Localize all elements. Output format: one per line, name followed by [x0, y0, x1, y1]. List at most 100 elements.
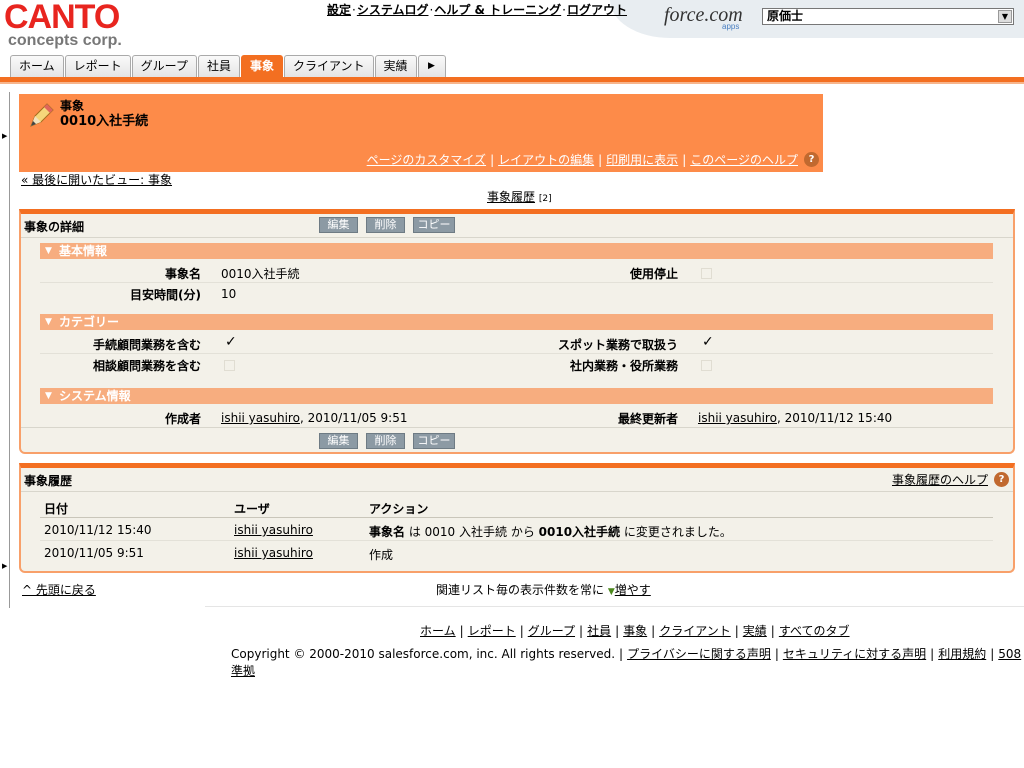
- copy-button[interactable]: コピー: [413, 217, 455, 233]
- delete-button-bottom[interactable]: 削除: [366, 433, 405, 449]
- page-title: 0010入社手続: [60, 114, 149, 129]
- copyright-text: Copyright © 2000-2010 salesforce.com, in…: [231, 647, 616, 661]
- history-row-2-user[interactable]: ishii yasuhiro: [234, 546, 313, 560]
- back-to-top-link[interactable]: ^ 先頭に戻る: [22, 581, 96, 598]
- estimated-time-label: 目安時間(分): [130, 288, 201, 302]
- internal-work-label: 社内業務・役所業務: [569, 359, 678, 373]
- help-training-link[interactable]: ヘルプ & トレーニング: [434, 3, 561, 17]
- section-basic-info[interactable]: ▼ 基本情報: [40, 243, 993, 259]
- row-divider: [40, 353, 993, 354]
- history-row-1-action: 事象名 は 0010 入社手続 から 0010入社手続 に変更されました。: [369, 525, 732, 539]
- footer-link-home[interactable]: ホーム: [420, 624, 456, 638]
- footer-divider: [205, 606, 1024, 607]
- history-row-2-action: 作成: [369, 548, 394, 562]
- detail-panel-header: 事象の詳細: [21, 214, 1013, 238]
- chevron-down-icon[interactable]: ▼: [998, 10, 1012, 23]
- privacy-link[interactable]: プライバシーに関する声明: [627, 647, 771, 661]
- delete-button[interactable]: 削除: [366, 217, 405, 233]
- history-panel-title: 事象履歴: [24, 474, 73, 488]
- created-by-user-link[interactable]: ishii yasuhiro: [221, 411, 300, 425]
- more-tabs-button[interactable]: ▶: [417, 55, 446, 77]
- last-modified-user-link[interactable]: ishii yasuhiro: [698, 411, 777, 425]
- collapse-triangle-icon: ▼: [45, 391, 52, 401]
- tab-reports[interactable]: レポート: [64, 55, 131, 77]
- history-row-1-date: 2010/11/12 15:40: [44, 523, 152, 537]
- created-by-value: ishii yasuhiro, 2010/11/05 9:51: [221, 411, 408, 425]
- page-help-link[interactable]: このページのヘルプ: [690, 151, 798, 168]
- logo-subtitle: concepts corp.: [8, 32, 122, 49]
- expand-arrow-icon: ▶: [2, 562, 8, 570]
- edit-layout-link[interactable]: レイアウトの編集: [498, 151, 594, 168]
- history-panel: 事象履歴 事象履歴のヘルプ ? 日付 ユーザ アクション 2010/11/12 …: [19, 463, 1015, 573]
- customize-page-link[interactable]: ページのカスタマイズ: [367, 151, 486, 168]
- history-anchor-count: [2]: [538, 194, 552, 204]
- section-category-title: カテゴリー: [59, 315, 120, 329]
- footer-link-all-tabs[interactable]: すべてのタブ: [779, 624, 850, 638]
- printable-view-link[interactable]: 印刷用に表示: [606, 151, 678, 168]
- tab-bar: ホーム レポート グループ 社員 事象 クライアント 実績 ▶: [10, 55, 447, 77]
- disabled-label: 使用停止: [629, 267, 678, 281]
- spot-service-check: ✓: [702, 334, 714, 350]
- system-log-link[interactable]: システムログ: [357, 3, 429, 17]
- section-system-title: システム情報: [59, 389, 131, 403]
- copy-button-bottom[interactable]: コピー: [413, 433, 455, 449]
- triangle-down-icon: ▼: [607, 587, 615, 597]
- tab-home[interactable]: ホーム: [10, 55, 64, 77]
- pencil-icon: [30, 103, 54, 127]
- edit-button[interactable]: 編集: [319, 217, 358, 233]
- history-help-link[interactable]: 事象履歴のヘルプ: [892, 471, 988, 488]
- section-basic-title: 基本情報: [59, 244, 108, 258]
- history-row-1-user[interactable]: ishii yasuhiro: [234, 523, 313, 537]
- history-help: 事象履歴のヘルプ ?: [892, 471, 1009, 488]
- panel-footer-divider: [21, 427, 1013, 428]
- history-row-2-date: 2010/11/05 9:51: [44, 546, 144, 560]
- top-links: 設定·システムログ·ヘルプ & トレーニング·ログアウト: [327, 3, 627, 17]
- event-name-value: 0010入社手続: [221, 267, 300, 281]
- collapse-triangle-icon: ▼: [45, 246, 52, 256]
- footer-link-clients[interactable]: クライアント: [659, 624, 731, 638]
- section-system-info[interactable]: ▼ システム情報: [40, 388, 993, 404]
- help-icon[interactable]: ?: [994, 472, 1009, 487]
- tab-employees[interactable]: 社員: [197, 55, 240, 77]
- footer-link-groups[interactable]: グループ: [528, 624, 575, 638]
- col-date-header: 日付: [44, 502, 69, 516]
- tab-clients[interactable]: クライアント: [283, 55, 374, 77]
- footer-link-reports[interactable]: レポート: [468, 624, 516, 638]
- back-to-list-link[interactable]: « 最後に開いたビュー: 事象: [21, 171, 172, 188]
- history-panel-header: 事象履歴 事象履歴のヘルプ ?: [21, 468, 1013, 492]
- estimated-time-value: 10: [221, 287, 237, 301]
- security-link[interactable]: セキュリティに対する声明: [783, 647, 926, 661]
- company-logo[interactable]: CANTO concepts corp.: [4, 0, 144, 54]
- show-more-link[interactable]: 増やす: [615, 583, 651, 597]
- footer-link-events[interactable]: 事象: [623, 624, 647, 638]
- table-header-divider: [40, 517, 993, 518]
- setup-link[interactable]: 設定: [327, 3, 351, 17]
- tab-results[interactable]: 実績: [374, 55, 417, 77]
- edit-button-bottom[interactable]: 編集: [319, 433, 358, 449]
- history-anchor-link[interactable]: 事象履歴 [2]: [487, 188, 552, 205]
- procedure-advisory-label: 手続顧問業務を含む: [92, 338, 201, 352]
- footer-link-employees[interactable]: 社員: [587, 624, 611, 638]
- app-menu-select[interactable]: 原価士 ▼: [762, 8, 1014, 25]
- app-header: CANTO concepts corp. 設定·システムログ·ヘルプ & トレー…: [0, 0, 1024, 80]
- spot-service-label: スポット業務で取扱う: [557, 338, 678, 352]
- consultation-advisory-label: 相談顧問業務を含む: [92, 359, 201, 373]
- consultation-advisory-checkbox: [224, 360, 235, 371]
- disabled-checkbox: [701, 268, 712, 279]
- related-list-count: 関連リスト毎の表示件数を常に ▼増やす: [436, 581, 651, 598]
- tab-underline-light: [0, 82, 1024, 84]
- col-user-header: ユーザ: [234, 502, 270, 516]
- created-by-label: 作成者: [164, 412, 201, 426]
- footer-link-results[interactable]: 実績: [743, 624, 767, 638]
- tab-events[interactable]: 事象: [240, 55, 283, 77]
- tab-groups[interactable]: グループ: [131, 55, 197, 77]
- help-icon[interactable]: ?: [804, 152, 819, 167]
- history-anchor-label: 事象履歴: [487, 190, 536, 204]
- section-category[interactable]: ▼ カテゴリー: [40, 314, 993, 330]
- terms-link[interactable]: 利用規約: [938, 647, 986, 661]
- logout-link[interactable]: ログアウト: [567, 3, 627, 17]
- sidebar-toggle[interactable]: ▶ ▶: [0, 92, 10, 608]
- arrow-right-icon: ▶: [428, 61, 435, 71]
- forcecom-logo: force.com apps: [664, 4, 743, 31]
- page-header-links: ページのカスタマイズ | レイアウトの編集 | 印刷用に表示 | このページのヘ…: [367, 151, 819, 168]
